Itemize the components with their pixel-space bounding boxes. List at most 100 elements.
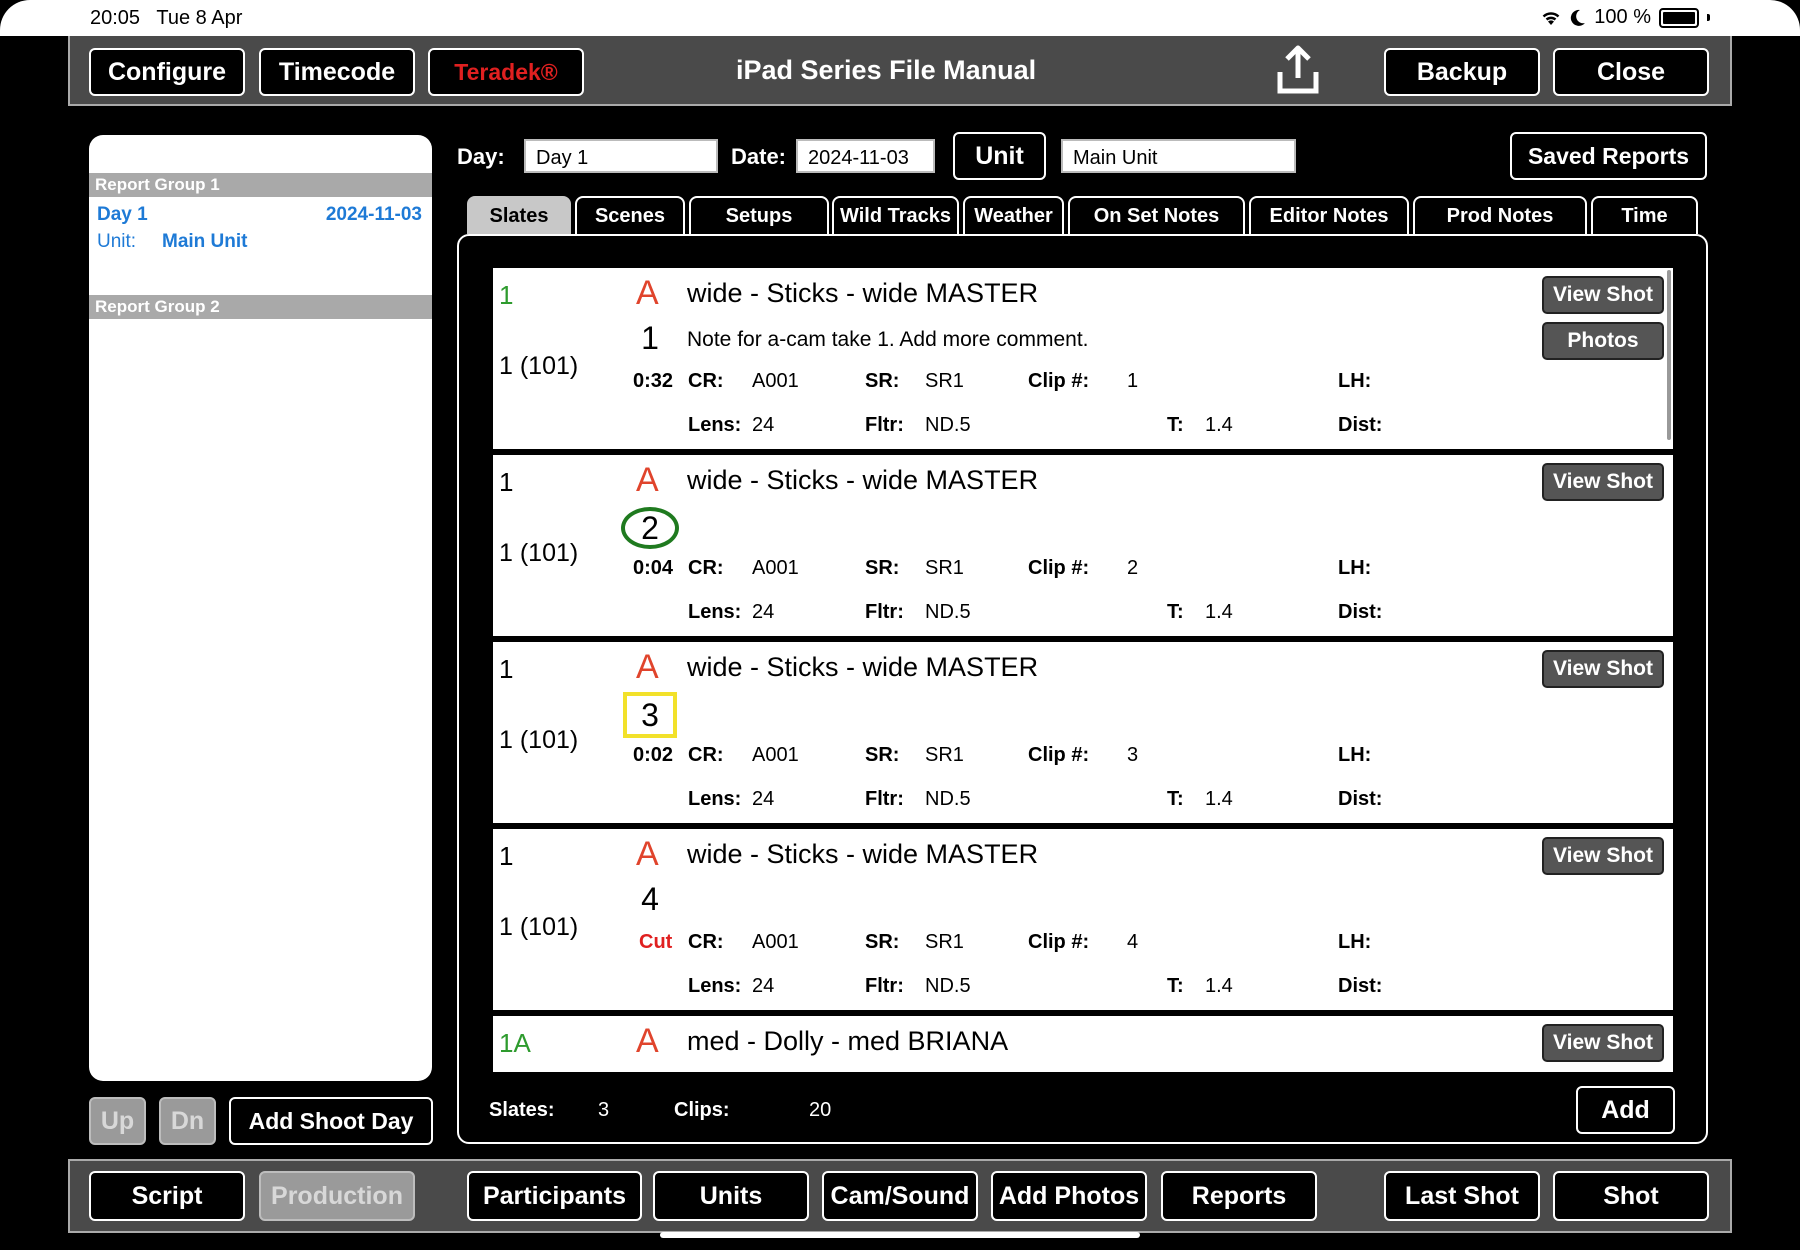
view-shot-button[interactable]: View Shot [1542,463,1664,501]
lh-label: LH: [1338,557,1372,579]
shot-description: med - Dolly - med BRIANA [687,1026,1009,1056]
sr-value: SR1 [925,557,964,579]
cr-value: A001 [752,557,799,579]
teradek-button[interactable]: Teradek® [428,48,584,96]
photos-button[interactable]: Photos [1542,322,1664,360]
day-item-unit-value[interactable]: Main Unit [162,231,248,253]
day-item-date[interactable]: 2024-11-03 [326,204,422,226]
tab-editor-notes[interactable]: Editor Notes [1249,196,1409,234]
take-duration: 0:04 [633,557,674,579]
shot-description: wide - Sticks - wide MASTER [687,839,1039,869]
battery-tip [1707,14,1710,21]
shot-description: wide - Sticks - wide MASTER [687,652,1039,682]
unit-field[interactable]: Main Unit [1061,139,1296,173]
sr-value: SR1 [925,370,964,392]
fltr-label: Fltr: [865,414,904,436]
last-shot-button[interactable]: Last Shot [1384,1171,1540,1221]
shot-button[interactable]: Shot [1553,1171,1709,1221]
date-label: Date: [731,144,787,169]
sr-label: SR: [865,557,900,579]
lens-value: 24 [752,601,775,623]
day-item-unit-label: Unit: [97,231,137,252]
lens-value: 24 [752,414,775,436]
take-duration: 0:32 [633,370,674,392]
list-item[interactable]: 1 1 (101) A wide - Sticks - wide MASTER … [493,268,1673,449]
clip-label: Clip #: [1028,557,1090,579]
t-label: T: [1167,975,1184,997]
date-field[interactable]: 2024-11-03 [796,139,935,173]
dist-label: Dist: [1338,601,1383,623]
t-value: 1.4 [1205,414,1233,436]
view-shot-button[interactable]: View Shot [1542,837,1664,875]
battery-icon [1659,7,1699,28]
fltr-label: Fltr: [865,788,904,810]
tab-setups[interactable]: Setups [689,196,829,234]
reports-button[interactable]: Reports [1161,1171,1317,1221]
list-item[interactable]: 1 1 (101) A wide - Sticks - wide MASTER … [493,455,1673,636]
saved-reports-button[interactable]: Saved Reports [1510,132,1707,180]
move-up-button[interactable]: Up [89,1097,146,1145]
t-label: T: [1167,414,1184,436]
tab-prod-notes[interactable]: Prod Notes [1413,196,1587,234]
home-indicator[interactable] [660,1232,1140,1238]
fltr-label: Fltr: [865,601,904,623]
cam-sound-button[interactable]: Cam/Sound [822,1171,978,1221]
tab-slates[interactable]: Slates [467,196,571,234]
tab-scenes[interactable]: Scenes [575,196,685,234]
report-group-header: Report Group 1 [89,173,432,197]
day-label: Day: [457,144,505,169]
report-group-header: Report Group 2 [89,295,432,319]
timecode-button[interactable]: Timecode [259,48,415,96]
configure-button[interactable]: Configure [89,48,245,96]
lh-label: LH: [1338,370,1372,392]
clip-value: 4 [1127,931,1139,953]
status-bar: 20:05 Tue 8 Apr 100 % [0,0,1800,36]
tab-wild-tracks[interactable]: Wild Tracks [832,196,959,234]
production-button[interactable]: Production [259,1171,415,1221]
cr-value: A001 [752,744,799,766]
sr-label: SR: [865,370,900,392]
report-groups-panel: Report Group 1 Day 1 2024-11-03 Unit: Ma… [89,135,432,1081]
clip-value: 3 [1127,744,1139,766]
move-down-button[interactable]: Dn [159,1097,216,1145]
wifi-icon [1542,11,1560,25]
tab-on-set-notes[interactable]: On Set Notes [1068,196,1245,234]
add-button[interactable]: Add [1576,1086,1675,1134]
unit-button[interactable]: Unit [953,132,1046,180]
take-number-boxed: 3 [623,692,677,738]
add-photos-button[interactable]: Add Photos [991,1171,1147,1221]
tab-weather[interactable]: Weather [963,196,1064,234]
units-button[interactable]: Units [653,1171,809,1221]
list-item[interactable]: 1A A med - Dolly - med BRIANA View Shot [493,1016,1673,1072]
take-number: 1 [641,320,659,356]
cr-label: CR: [688,370,724,392]
scene-number: 1 [499,654,514,684]
fltr-label: Fltr: [865,975,904,997]
add-shoot-day-button[interactable]: Add Shoot Day [229,1097,433,1145]
view-shot-button[interactable]: View Shot [1542,276,1664,314]
backup-button[interactable]: Backup [1384,48,1540,96]
list-item[interactable]: 1 1 (101) A wide - Sticks - wide MASTER … [493,829,1673,1010]
script-button[interactable]: Script [89,1171,245,1221]
cr-label: CR: [688,744,724,766]
lh-label: LH: [1338,931,1372,953]
view-shot-button[interactable]: View Shot [1542,650,1664,688]
clip-label: Clip #: [1028,370,1090,392]
scrollbar[interactable] [1667,270,1671,440]
slate-number: 1 (101) [499,352,579,380]
camera-letter: A [636,274,659,312]
slates-list[interactable]: 1 1 (101) A wide - Sticks - wide MASTER … [493,268,1673,1072]
t-value: 1.4 [1205,788,1233,810]
sr-label: SR: [865,931,900,953]
list-item[interactable]: 1 1 (101) A wide - Sticks - wide MASTER … [493,642,1673,823]
fltr-value: ND.5 [925,788,971,810]
day-item-label[interactable]: Day 1 [97,204,148,226]
day-field[interactable]: Day 1 [524,139,718,173]
view-shot-button[interactable]: View Shot [1542,1024,1664,1062]
tab-time[interactable]: Time [1591,196,1698,234]
close-button[interactable]: Close [1553,48,1709,96]
take-number: 4 [641,881,659,917]
participants-button[interactable]: Participants [467,1171,642,1221]
share-icon[interactable] [1275,44,1321,96]
battery-percent: 100 % [1594,6,1651,28]
